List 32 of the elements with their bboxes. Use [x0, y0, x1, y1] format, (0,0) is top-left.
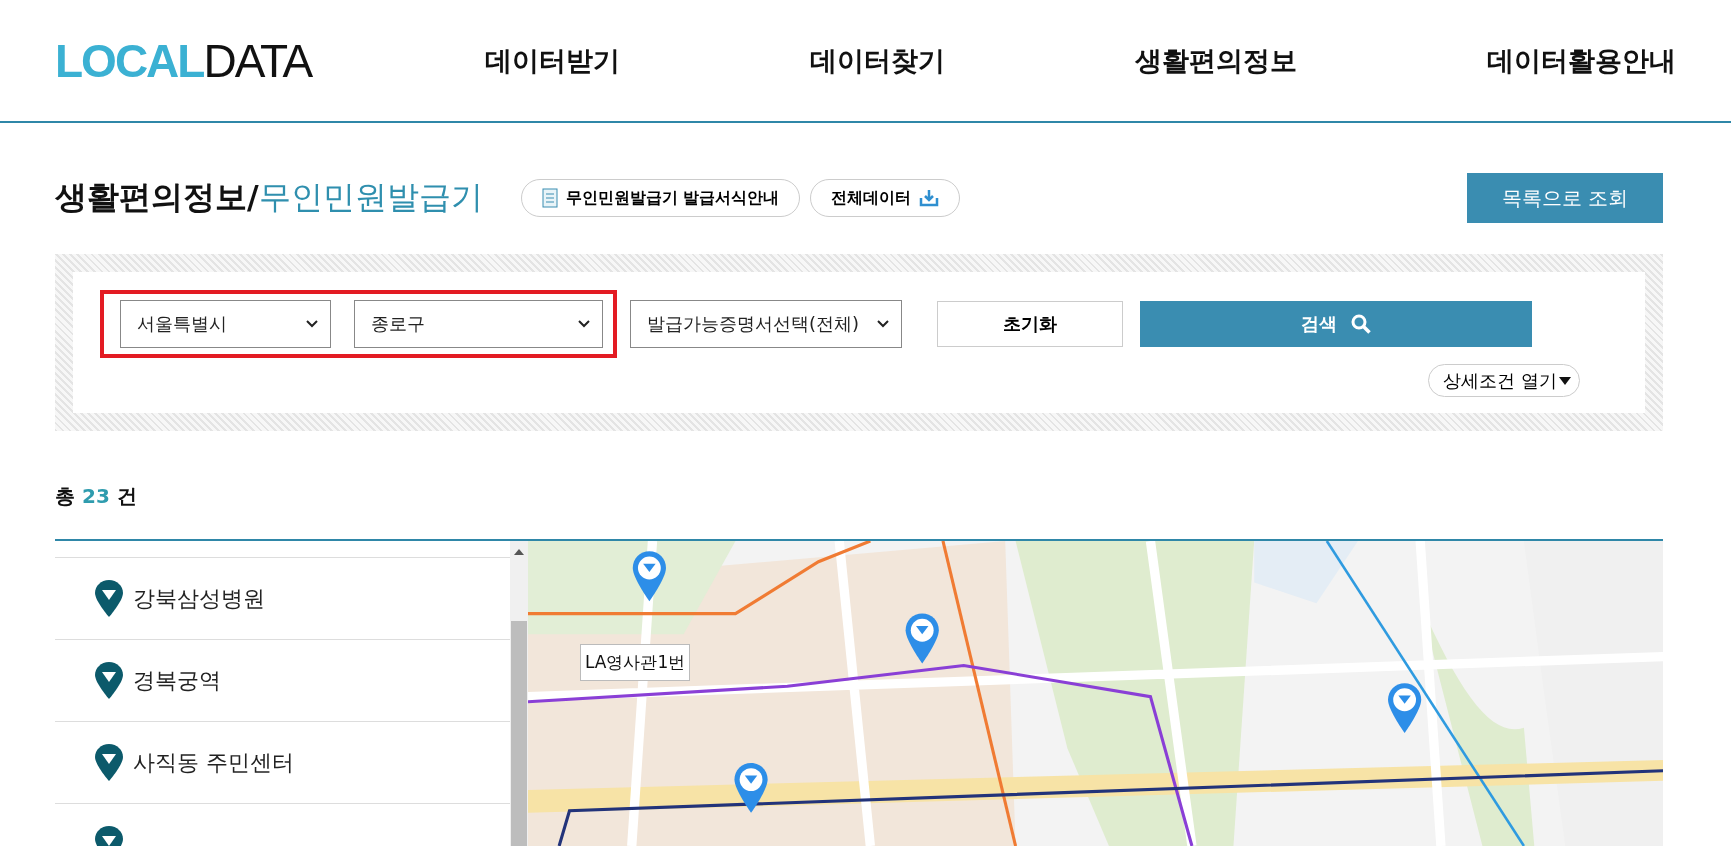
download-icon — [919, 189, 940, 207]
region-select[interactable]: 종로구 — [354, 300, 603, 348]
location-pin-icon — [95, 662, 123, 699]
nav-link[interactable]: 데이터찾기 — [810, 42, 945, 79]
list-view-button[interactable]: 목록으로 조회 — [1467, 173, 1663, 223]
place-item[interactable]: 사직동 주민센터 — [55, 721, 510, 803]
map-label: LA영사관1번 — [580, 644, 691, 681]
nav-link[interactable]: 생활편의정보 — [1135, 42, 1297, 79]
download-button[interactable]: 전체데이터 — [810, 179, 961, 217]
chevron-down-icon — [306, 320, 318, 328]
logo[interactable]: LOCALDATA — [55, 33, 355, 88]
place-item[interactable]: 경복궁역 — [55, 639, 510, 721]
details-toggle[interactable]: 상세조건 열기 — [1428, 364, 1580, 397]
chevron-down-icon — [578, 320, 590, 328]
search-icon — [1351, 314, 1371, 334]
result-count: 총 23 건 — [55, 483, 138, 510]
caret-icon — [1559, 376, 1571, 385]
reset-button[interactable]: 초기화 — [937, 301, 1123, 347]
place-item[interactable]: 강북삼성병원 — [55, 557, 510, 639]
location-pin-icon — [95, 580, 123, 617]
nav-link[interactable]: 데이터활용안내 — [1487, 42, 1676, 79]
nav-link[interactable]: 데이터받기 — [485, 42, 620, 79]
chevron-down-icon — [877, 320, 889, 328]
search-button[interactable]: 검색 — [1140, 301, 1532, 347]
region-select[interactable]: 서울특별시 — [120, 300, 331, 348]
page-title: 생활편의정보/무인민원발급기 — [55, 177, 483, 218]
guide-button[interactable]: 무인민원발급기 발급서식안내 — [520, 179, 801, 217]
scrollbar[interactable] — [510, 541, 528, 846]
scroll-up-arrow-icon[interactable] — [514, 549, 524, 555]
certificate-select[interactable]: 발급가능증명서선택(전체) — [630, 300, 902, 348]
location-pin-icon — [95, 744, 123, 781]
document-icon — [541, 188, 558, 208]
